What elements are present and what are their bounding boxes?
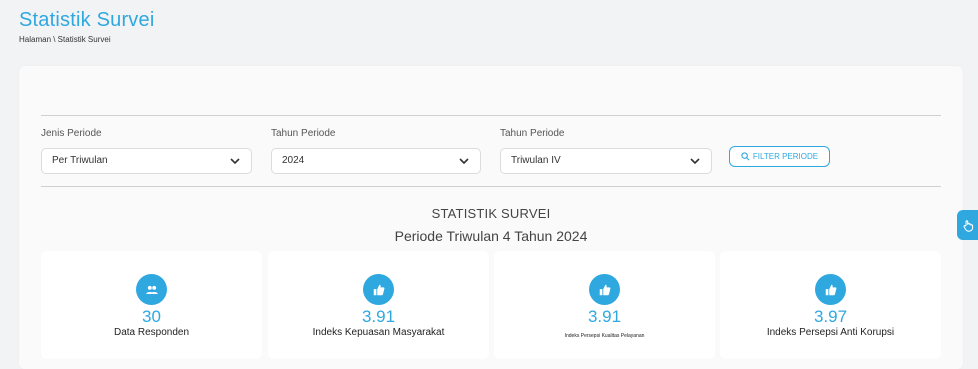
thumbs-up-icon xyxy=(815,274,846,305)
tile-value: 3.91 xyxy=(587,307,622,326)
triwulan-periode-label: Tahun Periode xyxy=(500,128,565,139)
tile-label: Indeks Persepsi Kualitas Pelayanan xyxy=(564,333,645,339)
page-title: Statistik Survei xyxy=(19,9,155,31)
tahun-periode-value: 2024 xyxy=(282,155,305,166)
tile-label: Data Responden xyxy=(113,327,190,338)
tile-label: Indeks Persepsi Anti Korupsi xyxy=(766,327,895,338)
filter-periode-label: FILTER PERIODE xyxy=(752,152,819,161)
statistics-card: Jenis Periode Per Triwulan Tahun Periode… xyxy=(19,66,963,369)
tahun-periode-label: Tahun Periode xyxy=(271,128,336,139)
breadcrumb: Halaman \ Statistik Survei xyxy=(19,35,111,44)
divider-bottom xyxy=(41,186,941,187)
tile-value: 3.97 xyxy=(813,307,848,326)
filter-periode-button[interactable]: FILTER PERIODE xyxy=(729,146,830,167)
chevron-down-icon xyxy=(459,158,469,165)
jenis-periode-label: Jenis Periode xyxy=(41,128,102,139)
hand-pointer-icon xyxy=(963,219,974,232)
thumbs-up-icon xyxy=(589,274,620,305)
divider-top xyxy=(41,115,941,116)
thumbs-up-icon xyxy=(363,274,394,305)
tahun-periode-select[interactable]: 2024 xyxy=(271,148,481,174)
accessibility-widget-button[interactable] xyxy=(957,210,978,240)
tile-indeks-anti-korupsi: 3.97 Indeks Persepsi Anti Korupsi xyxy=(720,251,941,359)
triwulan-periode-select[interactable]: Triwulan IV xyxy=(500,148,712,174)
stat-period: Periode Triwulan 4 Tahun 2024 xyxy=(394,228,588,244)
stat-title: STATISTIK SURVEI xyxy=(431,206,551,221)
search-icon xyxy=(741,152,750,161)
tile-indeks-kualitas: 3.91 Indeks Persepsi Kualitas Pelayanan xyxy=(494,251,715,359)
tile-indeks-kepuasan: 3.91 Indeks Kepuasan Masyarakat xyxy=(268,251,489,359)
tile-value: 3.91 xyxy=(361,307,396,326)
tile-label: Indeks Kepuasan Masyarakat xyxy=(312,327,445,338)
tile-data-responden: 30 Data Responden xyxy=(41,251,262,359)
tile-value: 30 xyxy=(142,307,161,326)
jenis-periode-select[interactable]: Per Triwulan xyxy=(41,148,252,174)
users-icon xyxy=(136,274,167,305)
chevron-down-icon xyxy=(230,158,240,165)
jenis-periode-value: Per Triwulan xyxy=(52,155,108,166)
triwulan-periode-value: Triwulan IV xyxy=(511,155,561,166)
chevron-down-icon xyxy=(690,158,700,165)
